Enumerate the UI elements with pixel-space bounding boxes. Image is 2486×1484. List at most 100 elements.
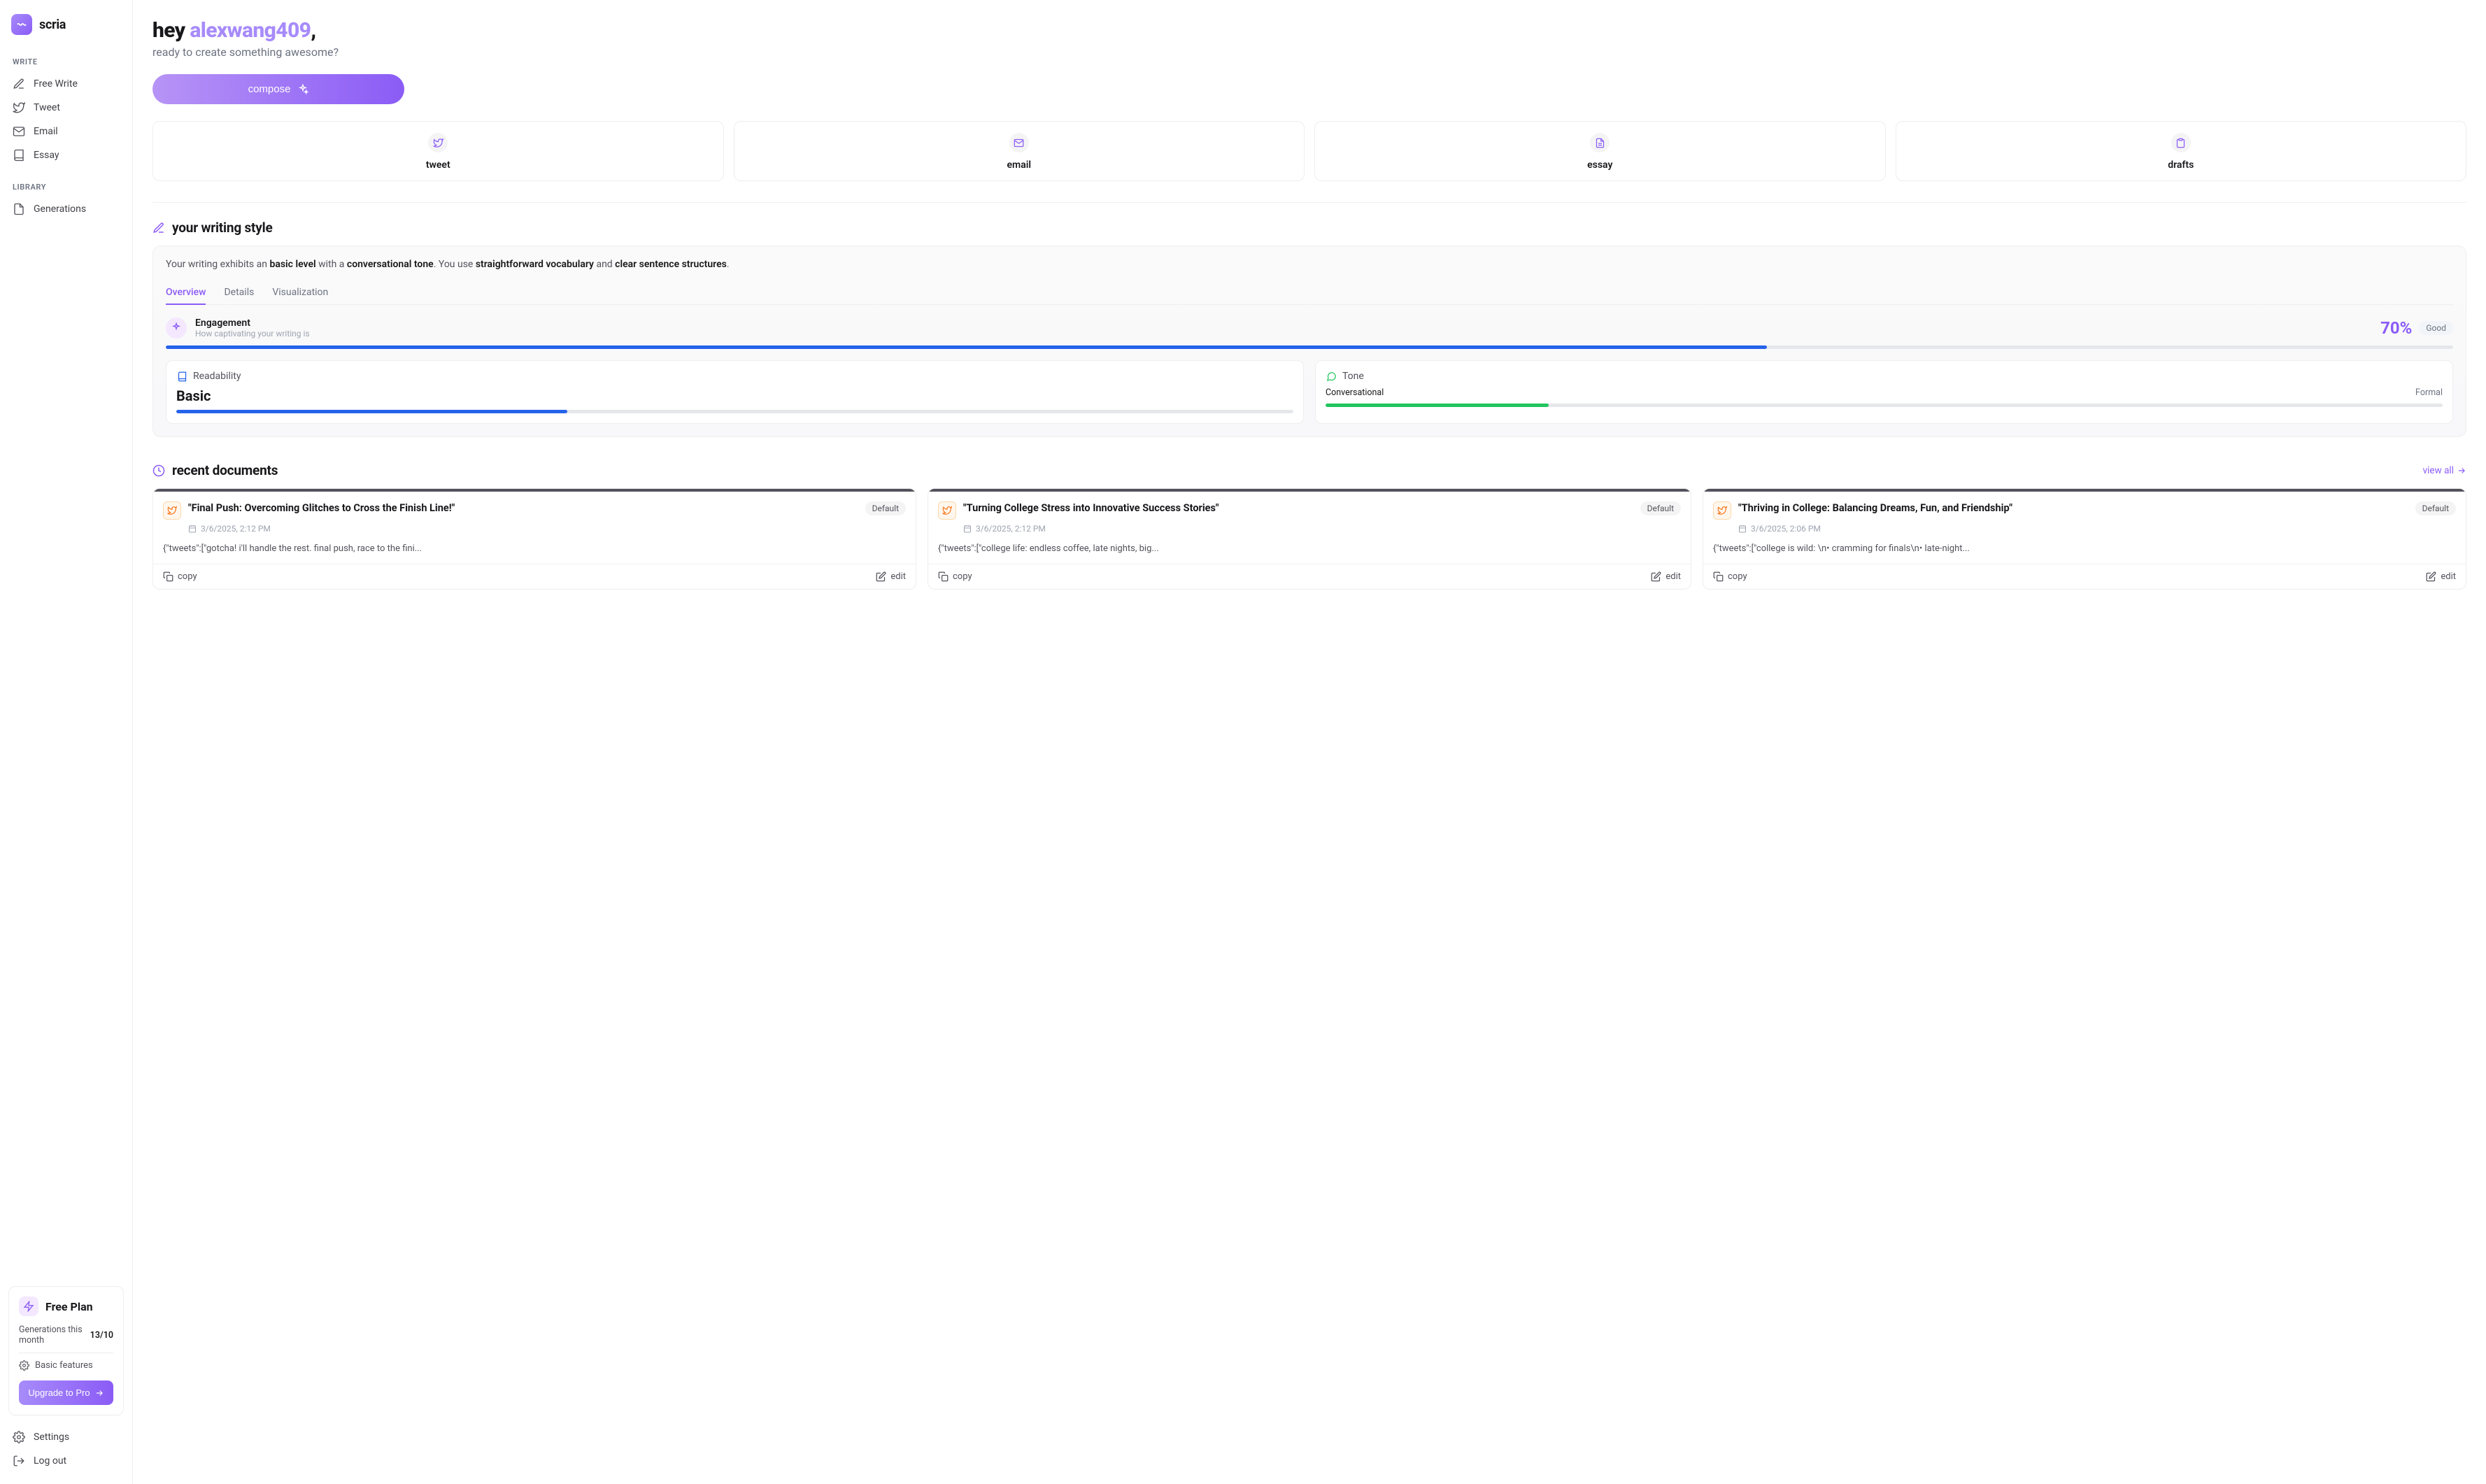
greeting-comma: ,: [311, 18, 315, 43]
doc-card[interactable]: "Thriving in College: Balancing Dreams, …: [1703, 488, 2466, 590]
doc-title: "Final Push: Overcoming Glitches to Cros…: [188, 501, 858, 515]
edit-button[interactable]: edit: [876, 571, 906, 582]
calendar-icon: [963, 525, 972, 533]
tab-overview[interactable]: Overview: [166, 281, 206, 305]
engagement-row: Engagement How captivating your writing …: [166, 318, 2453, 338]
brand-row[interactable]: scria: [8, 11, 124, 38]
bottom-links: Settings Log out: [8, 1425, 124, 1473]
edit-button[interactable]: edit: [2426, 571, 2456, 582]
doc-body: "Turning College Stress into Innovative …: [928, 492, 1691, 564]
sidebar-item-essay[interactable]: Essay: [8, 143, 124, 167]
doc-body: "Thriving in College: Balancing Dreams, …: [1703, 492, 2466, 564]
upgrade-button[interactable]: Upgrade to Pro: [19, 1380, 113, 1405]
copy-button[interactable]: copy: [163, 571, 197, 582]
edit-button[interactable]: edit: [1651, 571, 1681, 582]
sidebar-item-logout[interactable]: Log out: [8, 1449, 124, 1473]
copy-label: copy: [178, 571, 197, 582]
doc-title: "Turning College Stress into Innovative …: [963, 501, 1633, 515]
style-summary: Your writing exhibits an basic level wit…: [166, 259, 2453, 270]
pencil-line-icon: [152, 222, 165, 234]
mail-icon: [13, 125, 25, 138]
plan-header: Free Plan: [19, 1297, 113, 1316]
quick-card-essay[interactable]: essay: [1314, 121, 1886, 181]
chat-icon: [1326, 371, 1337, 382]
gear-icon: [13, 1431, 25, 1443]
sparkles-icon: [297, 84, 308, 95]
tone-metric: Tone Conversational Formal: [1315, 360, 2453, 424]
style-summary-bold: basic level: [269, 259, 315, 270]
tone-head: Tone: [1326, 371, 2443, 382]
quick-card-drafts[interactable]: drafts: [1896, 121, 2467, 181]
sparkle-icon: [166, 318, 187, 338]
sidebar-item-label: Generations: [34, 204, 86, 215]
copy-label: copy: [1728, 571, 1747, 582]
gear-icon: [19, 1360, 29, 1371]
style-summary-bold: conversational tone: [347, 259, 434, 270]
quick-card-email[interactable]: email: [734, 121, 1305, 181]
recent-docs-grid: "Final Push: Overcoming Glitches to Cros…: [152, 488, 2466, 590]
quick-card-label: email: [1007, 159, 1032, 171]
doc-body: "Final Push: Overcoming Glitches to Cros…: [153, 492, 916, 564]
doc-preview: {"tweets":["college life: endless coffee…: [938, 543, 1681, 554]
engagement-text: Engagement How captivating your writing …: [195, 318, 310, 338]
compose-button-label: compose: [248, 83, 291, 95]
doc-date: 3/6/2025, 2:12 PM: [201, 524, 271, 534]
sidebar-item-label: Essay: [34, 150, 59, 161]
readability-metric: Readability Basic: [166, 360, 1304, 424]
quick-card-label: drafts: [2168, 159, 2194, 171]
view-all-link[interactable]: view all: [2423, 465, 2466, 476]
doc-card[interactable]: "Final Push: Overcoming Glitches to Cros…: [152, 488, 916, 590]
readability-bar: [176, 410, 1293, 413]
tab-details[interactable]: Details: [224, 281, 254, 305]
style-section-header: your writing style: [152, 220, 2466, 236]
recent-section-header: recent documents view all: [152, 462, 2466, 478]
doc-actions: copy edit: [153, 564, 916, 589]
sidebar-item-tweet[interactable]: Tweet: [8, 96, 124, 120]
doc-card[interactable]: "Turning College Stress into Innovative …: [928, 488, 1691, 590]
quick-card-tweet[interactable]: tweet: [152, 121, 724, 181]
quick-card-label: tweet: [426, 159, 450, 171]
edit-label: edit: [1665, 571, 1681, 582]
tone-title: Tone: [1342, 371, 1364, 382]
copy-button[interactable]: copy: [938, 571, 972, 582]
edit-label: edit: [2441, 571, 2456, 582]
copy-button[interactable]: copy: [1713, 571, 1747, 582]
nav-library-label: LIBRARY: [8, 183, 124, 192]
sidebar-item-label: Tweet: [34, 102, 60, 113]
twitter-icon: [13, 101, 25, 114]
quick-cards: tweet email essay drafts: [152, 121, 2466, 181]
arrow-right-icon: [94, 1388, 104, 1398]
tone-bar-fill: [1326, 404, 1549, 407]
sidebar-item-generations[interactable]: Generations: [8, 197, 124, 221]
doc-actions: copy edit: [1703, 564, 2466, 589]
sidebar-item-free-write[interactable]: Free Write: [8, 72, 124, 96]
file-text-icon: [1590, 133, 1610, 152]
copy-icon: [1713, 571, 1724, 582]
tone-end-label: Formal: [2415, 387, 2443, 398]
greeting-subtitle: ready to create something awesome?: [152, 45, 2466, 59]
clock-icon: [152, 464, 165, 477]
sidebar-item-label: Free Write: [34, 78, 78, 90]
tab-visualization[interactable]: Visualization: [272, 281, 328, 305]
sidebar-item-label: Email: [34, 126, 58, 137]
doc-head: "Thriving in College: Balancing Dreams, …: [1713, 501, 2456, 520]
doc-date: 3/6/2025, 2:06 PM: [1751, 524, 1821, 534]
sidebar-item-settings[interactable]: Settings: [8, 1425, 124, 1449]
compose-button[interactable]: compose: [152, 74, 404, 104]
style-summary-text: with a: [316, 259, 347, 270]
style-summary-text: . You use: [434, 259, 476, 270]
copy-label: copy: [953, 571, 972, 582]
twitter-icon: [938, 501, 956, 520]
pencil-line-icon: [13, 78, 25, 90]
doc-actions: copy edit: [928, 564, 1691, 589]
zap-icon: [19, 1297, 38, 1316]
doc-preview: {"tweets":["college is wild: \n• crammin…: [1713, 543, 2456, 554]
edit-icon: [2426, 571, 2436, 582]
sidebar-item-label: Log out: [34, 1455, 66, 1467]
copy-icon: [938, 571, 949, 582]
nav-write-group: WRITE Free Write Tweet Email Essay: [8, 57, 124, 167]
doc-meta: 3/6/2025, 2:12 PM: [188, 524, 906, 534]
doc-meta: 3/6/2025, 2:12 PM: [963, 524, 1681, 534]
doc-meta: 3/6/2025, 2:06 PM: [1738, 524, 2456, 534]
sidebar-item-email[interactable]: Email: [8, 120, 124, 143]
